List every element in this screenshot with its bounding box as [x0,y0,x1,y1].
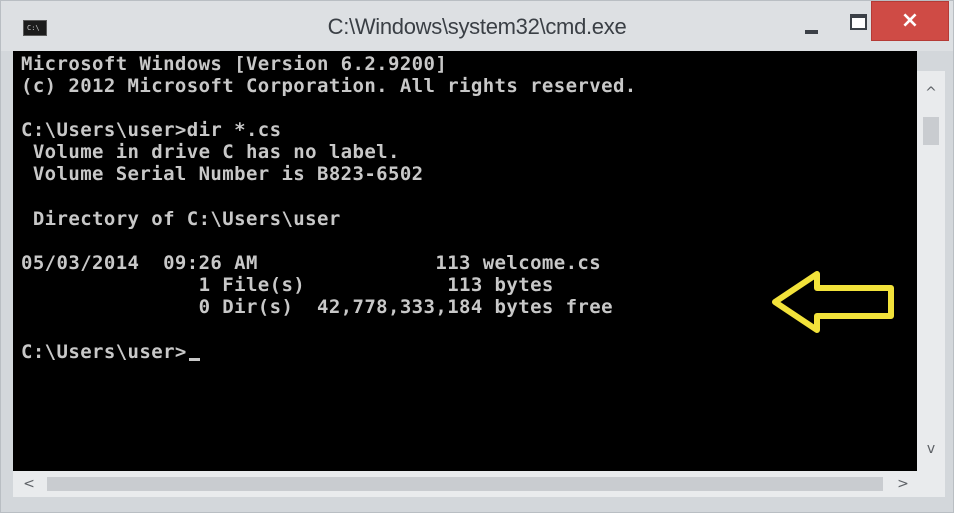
close-icon: × [900,8,920,33]
vertical-scroll-thumb[interactable] [923,117,939,145]
minimize-icon [805,30,818,34]
close-button[interactable]: × [871,1,949,41]
cmd-window: C:\ C:\Windows\system32\cmd.exe × Micros… [0,0,954,513]
scroll-down-icon[interactable]: v [917,437,945,461]
console-line: Volume in drive C has no label. [21,141,400,163]
text-cursor [188,358,200,361]
arrow-shape [772,271,894,333]
maximize-icon [850,14,867,30]
horizontal-scroll-thumb[interactable] [47,477,883,491]
console-line: Microsoft Windows [Version 6.2.9200] [21,53,448,75]
console-line: Directory of C:\Users\user [21,208,341,230]
console-line: 05/03/2014 09:26 AM 113 welcome.cs [21,252,602,274]
console-line: 0 Dir(s) 42,778,333,184 bytes free [21,296,613,318]
horizontal-scrollbar[interactable]: < > [13,471,917,497]
yellow-arrow-icon [772,271,894,333]
title-bar[interactable]: C:\ C:\Windows\system32\cmd.exe × [1,1,953,51]
scroll-right-icon[interactable]: > [891,471,915,497]
console-line: Volume Serial Number is B823-6502 [21,163,424,185]
console-line: C:\Users\user>dir *.cs [21,119,282,141]
minimize-button[interactable] [791,8,831,42]
console-line: 1 File(s) 113 bytes [21,274,554,296]
scroll-left-icon[interactable]: < [17,471,41,497]
console-line: (c) 2012 Microsoft Corporation. All righ… [21,75,637,97]
prompt-line[interactable]: C:\Users\user> [21,341,200,363]
console-output[interactable]: Microsoft Windows [Version 6.2.9200] (c)… [13,51,917,471]
scrollbar-corner [917,471,945,497]
scroll-up-icon[interactable]: ^ [917,81,945,105]
prompt-text: C:\Users\user> [21,341,187,363]
vertical-scrollbar[interactable]: ^ v [917,71,945,471]
